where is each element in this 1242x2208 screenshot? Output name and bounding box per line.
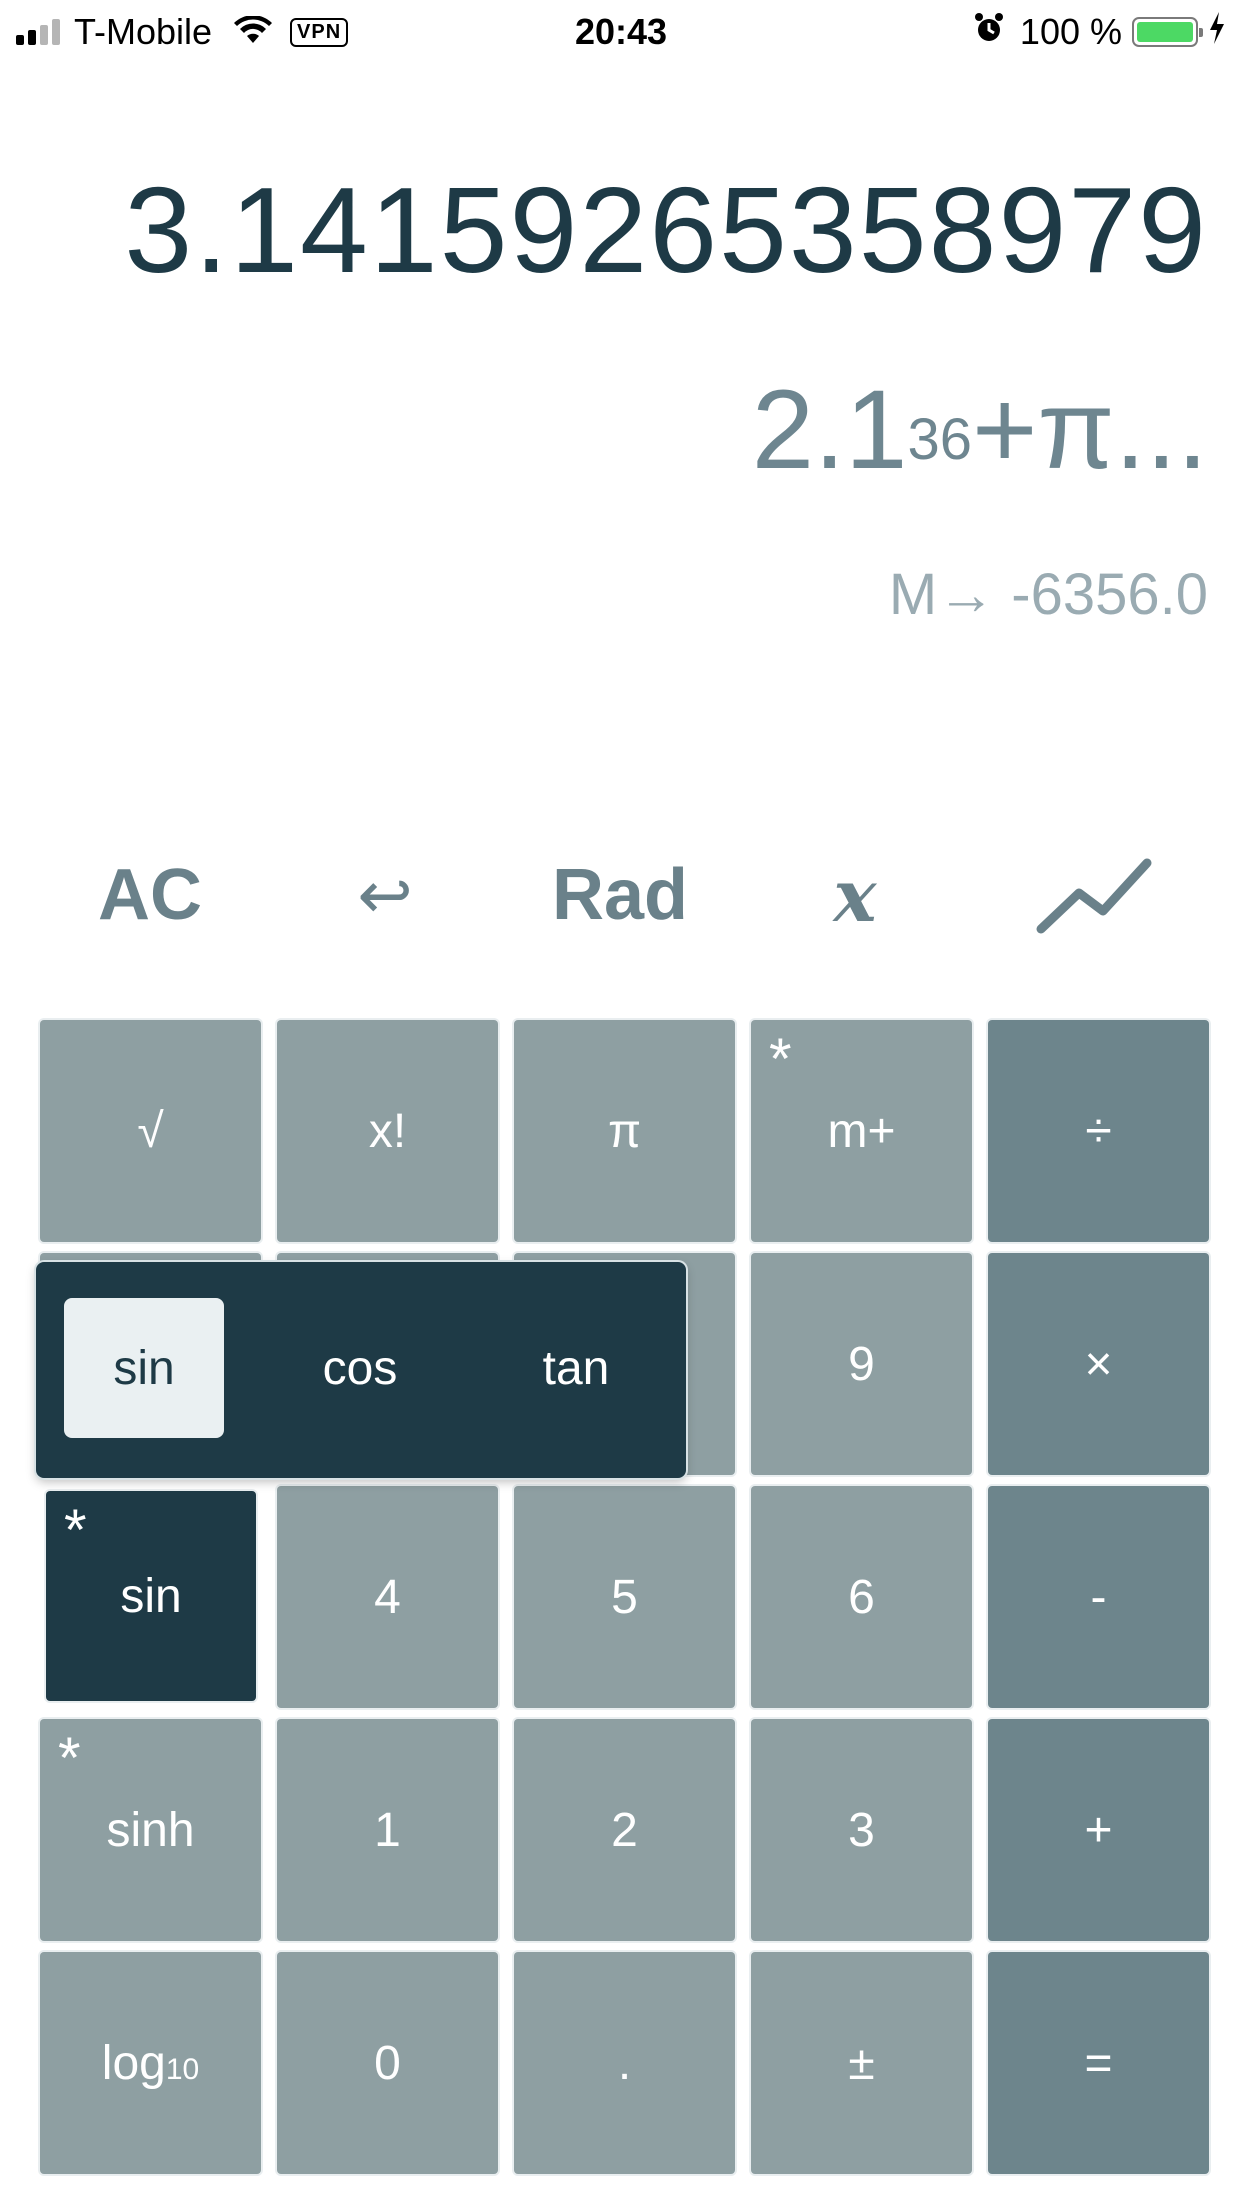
trig-popup-menu: sin cos tan	[36, 1262, 686, 1478]
nine-key[interactable]: 9	[751, 1253, 972, 1475]
star-marker: *	[769, 1027, 792, 1092]
log-label: log	[101, 2036, 166, 2090]
log-subscript: 10	[165, 2052, 200, 2086]
expression-base: 2.1	[751, 367, 908, 492]
memory-display: M→ -6356.0	[888, 562, 1208, 627]
zero-key[interactable]: 0	[277, 1952, 498, 2174]
graph-line-icon	[1036, 858, 1152, 934]
popup-option-sin[interactable]: sin	[64, 1298, 224, 1438]
popup-option-tan[interactable]: tan	[496, 1298, 656, 1438]
result-display: 3.14159265358979	[124, 162, 1208, 298]
graph-button[interactable]	[1030, 840, 1160, 950]
toolbar: AC ↩ Rad x	[0, 840, 1242, 950]
log10-key[interactable]: log10	[40, 1952, 261, 2174]
divide-key[interactable]: ÷	[988, 1020, 1209, 1242]
alarm-icon	[974, 11, 1004, 53]
star-marker: *	[58, 1726, 81, 1791]
status-right: 100 %	[974, 8, 1226, 56]
sqrt-key[interactable]: √	[40, 1020, 261, 1242]
sinh-key[interactable]: * sinh	[40, 1719, 261, 1941]
star-marker: *	[64, 1498, 87, 1563]
factorial-key[interactable]: x!	[277, 1020, 498, 1242]
multiply-key[interactable]: ×	[988, 1253, 1209, 1475]
five-key[interactable]: 5	[514, 1486, 735, 1708]
memory-add-key[interactable]: * m+	[751, 1020, 972, 1242]
pi-key[interactable]: π	[514, 1020, 735, 1242]
two-key[interactable]: 2	[514, 1719, 735, 1941]
charging-icon	[1208, 11, 1226, 53]
battery-icon	[1132, 17, 1203, 47]
expression-exponent: 36	[907, 407, 972, 472]
plus-key[interactable]: +	[988, 1719, 1209, 1941]
expression-rest: +π...	[971, 367, 1208, 492]
battery-percent: 100 %	[1019, 11, 1122, 52]
trig-sin-key[interactable]: * sin	[46, 1491, 256, 1701]
one-key[interactable]: 1	[277, 1719, 498, 1941]
undo-button[interactable]: ↩	[330, 840, 440, 950]
status-bar: T-Mobile VPN 20:43 100 %	[0, 0, 1242, 64]
plus-minus-key[interactable]: ±	[751, 1952, 972, 2174]
six-key[interactable]: 6	[751, 1486, 972, 1708]
variable-x-button[interactable]: x	[810, 840, 900, 950]
popup-option-cos[interactable]: cos	[280, 1298, 440, 1438]
clear-button[interactable]: AC	[80, 840, 220, 950]
decimal-key[interactable]: .	[514, 1952, 735, 2174]
expression-display: 2.136+π...	[752, 365, 1208, 495]
three-key[interactable]: 3	[751, 1719, 972, 1941]
angle-mode-button[interactable]: Rad	[540, 840, 700, 950]
minus-key[interactable]: -	[988, 1486, 1209, 1708]
equals-key[interactable]: =	[988, 1952, 1209, 2174]
four-key[interactable]: 4	[277, 1486, 498, 1708]
